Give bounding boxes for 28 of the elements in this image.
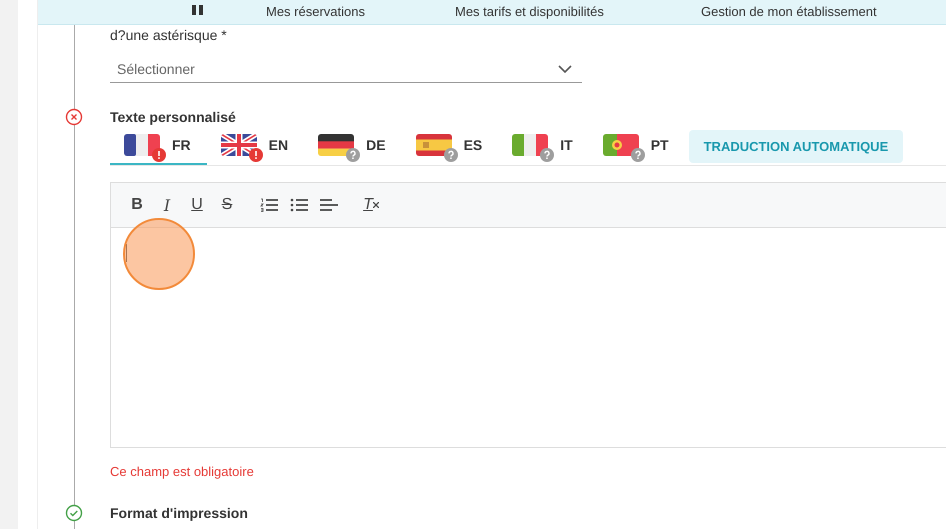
language-tab[interactable]: IT	[498, 127, 589, 165]
error-message: Ce champ est obligatoire	[110, 464, 255, 479]
flag-icon	[512, 134, 548, 156]
underline-button[interactable]: U	[185, 193, 209, 217]
field-label: d?une astérisque *	[110, 26, 228, 45]
building-icon[interactable]	[192, 5, 204, 15]
language-tab[interactable]: FR	[110, 127, 207, 165]
clear-button[interactable]: T	[359, 193, 383, 217]
language-tab[interactable]: EN	[206, 127, 304, 165]
flag-icon	[602, 134, 639, 156]
language-tab[interactable]: DE	[304, 127, 402, 165]
section-title: Texte personnalisé	[110, 109, 236, 125]
nav-link[interactable]: Mes réservations	[266, 4, 365, 19]
flag-icon	[220, 134, 257, 156]
nav-link[interactable]: Mes tarifs et disponibilités	[455, 4, 604, 19]
language-tab[interactable]: PT	[588, 127, 685, 165]
bold-button[interactable]: B	[125, 193, 149, 217]
select-field[interactable]: Sélectionner	[110, 55, 582, 83]
language-tab[interactable]: ES	[402, 127, 498, 165]
flag-icon	[318, 134, 354, 156]
small-x-icon	[372, 202, 379, 208]
nav-link[interactable]: Gestion de mon établissement	[701, 4, 877, 19]
flag-icon	[416, 134, 452, 156]
flag-icon	[124, 134, 160, 156]
chevron-down-icon	[558, 64, 572, 72]
section-title: Format d'impression	[110, 505, 248, 521]
strike-button[interactable]: S	[215, 193, 239, 217]
italic-button[interactable]: I	[155, 193, 179, 217]
